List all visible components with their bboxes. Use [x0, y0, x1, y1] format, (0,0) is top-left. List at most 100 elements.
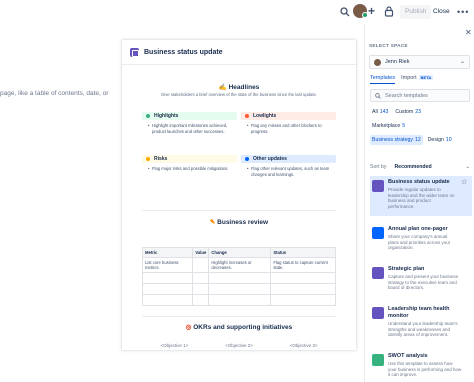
close-button[interactable]: Close — [433, 5, 450, 19]
close-panel-icon[interactable]: ✕ — [465, 28, 472, 37]
template-item-leadership-health-monitor[interactable]: Leadership team health monitor Understan… — [370, 306, 472, 348]
info-icon — [245, 157, 249, 161]
warning-icon — [146, 157, 150, 161]
space-avatar — [374, 58, 381, 66]
chevron-down-icon: ⌄ — [465, 164, 470, 170]
panel-list: Flag any misses and other blockers topro… — [241, 120, 336, 134]
panel-list: Flag major risks and possible mitigation… — [142, 163, 237, 172]
table-cell: List core business metrics. — [141, 257, 194, 273]
space-selector[interactable]: Jenn Riek ⌄ — [369, 55, 470, 69]
column-header: Metric — [141, 247, 194, 258]
template-description: Share your company's annual plans and pri… — [388, 234, 451, 251]
objective-label: <Objective 3> — [289, 343, 318, 348]
list-item: Flag major risks and possible mitigation… — [148, 166, 237, 172]
error-icon — [245, 114, 249, 118]
table-cell — [192, 283, 210, 295]
panel-list: Flag other relevant updates, such as tea… — [241, 163, 336, 177]
objective-label: <Objective 1> — [160, 343, 189, 348]
more-actions-icon[interactable]: ••• — [457, 5, 469, 19]
table-cell: Highlight increases or decreases. — [208, 257, 272, 273]
divider — [142, 316, 336, 317]
panel-title: Other updates — [253, 156, 287, 162]
panel-highlights: Highlights Highlight important milestone… — [142, 112, 237, 134]
preview-title: Business status update — [144, 49, 223, 56]
search-placeholder: Search templates — [385, 92, 428, 99]
chip-all[interactable]: All 143 — [370, 107, 390, 117]
table-row: List core business metrics. Highlight in… — [141, 257, 336, 273]
template-item-business-status-update[interactable]: Business status update Provide regular u… — [370, 176, 472, 216]
template-title: SWOT analysis — [388, 353, 428, 359]
panel-lowlights: Lowlights Flag any misses and other bloc… — [241, 112, 336, 134]
table-cell — [141, 294, 194, 306]
panel-other-updates: Other updates Flag other relevant update… — [241, 155, 336, 177]
table-cell — [192, 294, 210, 306]
objectives-row: <Objective 1> <Objective 2> <Objective 3… — [142, 343, 336, 348]
invite-plus-icon[interactable]: + — [368, 5, 375, 17]
template-icon — [372, 307, 384, 319]
panel-risks: Risks Flag major risks and possible miti… — [142, 155, 237, 172]
chip-business-strategy[interactable]: Business strategy 12 — [370, 135, 423, 145]
tab-templates[interactable]: Templates — [370, 75, 396, 84]
headlines-subtitle: Give stakeholders a brief overview of th… — [161, 92, 317, 97]
template-description: Provide regular updates to leadership and… — [388, 187, 455, 209]
template-icon — [372, 227, 384, 239]
pencil-emoji-icon: ✍ — [218, 84, 229, 91]
table-cell — [192, 272, 210, 284]
star-icon[interactable]: ☆ — [461, 178, 467, 186]
business-review-heading: ✎ Business review — [209, 219, 269, 226]
table-cell — [208, 283, 272, 295]
table-cell — [270, 283, 336, 295]
template-search-input[interactable]: Search templates — [370, 89, 470, 102]
list-item: Flag other relevant updates, such as tea… — [247, 166, 336, 177]
list-item: Highlight important milestones achieved,… — [148, 123, 237, 134]
template-item-swot-analysis[interactable]: SWOT analysis Use this template to asses… — [370, 353, 472, 382]
publish-button[interactable]: Publish — [400, 5, 432, 19]
panel-title: Risks — [154, 156, 168, 162]
template-icon — [372, 267, 384, 279]
business-review-table: Metric Value Change Status List core bus… — [141, 247, 336, 306]
chip-design[interactable]: Design 10 — [426, 135, 454, 145]
table-cell — [192, 257, 210, 273]
panel-title: Lowlights — [253, 113, 277, 119]
space-name: Jenn Riek — [385, 59, 410, 65]
panel-tabs: Templates Import BETA — [370, 75, 439, 84]
table-cell — [141, 272, 194, 284]
table-cell — [141, 283, 194, 295]
table-cell — [208, 272, 272, 284]
category-filters: All 143 Custom 23 Marketplace 5 Business st… — [370, 107, 472, 149]
restrictions-lock-icon[interactable] — [384, 6, 394, 17]
table-row — [141, 283, 336, 295]
success-icon — [146, 114, 150, 118]
okrs-heading: ◎ OKRs and supporting initiatives — [185, 324, 293, 331]
tab-import[interactable]: Import BETA — [401, 75, 434, 84]
template-item-annual-plan[interactable]: Annual plan one-pager Share your company… — [370, 226, 472, 260]
sort-selector[interactable]: Sort by Recommended ⌄ — [370, 164, 470, 170]
column-header: Change — [208, 247, 272, 258]
chip-marketplace[interactable]: Marketplace 5 — [370, 121, 407, 131]
chip-custom[interactable]: Custom 23 — [393, 107, 423, 117]
template-description: Capture and present your business strateg… — [388, 274, 459, 291]
template-icon — [372, 354, 384, 366]
chevron-down-icon: ⌄ — [459, 59, 465, 65]
template-title: Business status update — [388, 179, 450, 185]
table-cell: Flag status to capture current state. — [270, 257, 336, 273]
sort-label: Sort by — [370, 164, 387, 170]
list-item: Flag any misses and other blockers topro… — [247, 123, 336, 134]
table-header-row: Metric Value Change Status — [141, 247, 336, 258]
search-icon — [375, 92, 381, 99]
template-title: Annual plan one-pager — [388, 226, 448, 232]
table-cell — [270, 294, 336, 306]
panel-title: Highlights — [154, 113, 179, 119]
editor-placeholder-text: page, like a table of contents, date, or — [0, 90, 109, 97]
column-header: Value — [192, 247, 210, 258]
table-row — [141, 272, 336, 284]
search-icon[interactable] — [340, 7, 350, 17]
table-cell — [270, 272, 336, 284]
objective-label: <Objective 2> — [225, 343, 253, 348]
table-cell — [208, 294, 272, 306]
template-title: Strategic plan — [388, 266, 425, 272]
column-header: Status — [270, 247, 336, 258]
table-row — [141, 294, 336, 306]
template-item-strategic-plan[interactable]: Strategic plan Capture and present your … — [370, 266, 472, 300]
template-preview: Business status update ✍ Headlines Give … — [122, 40, 356, 350]
